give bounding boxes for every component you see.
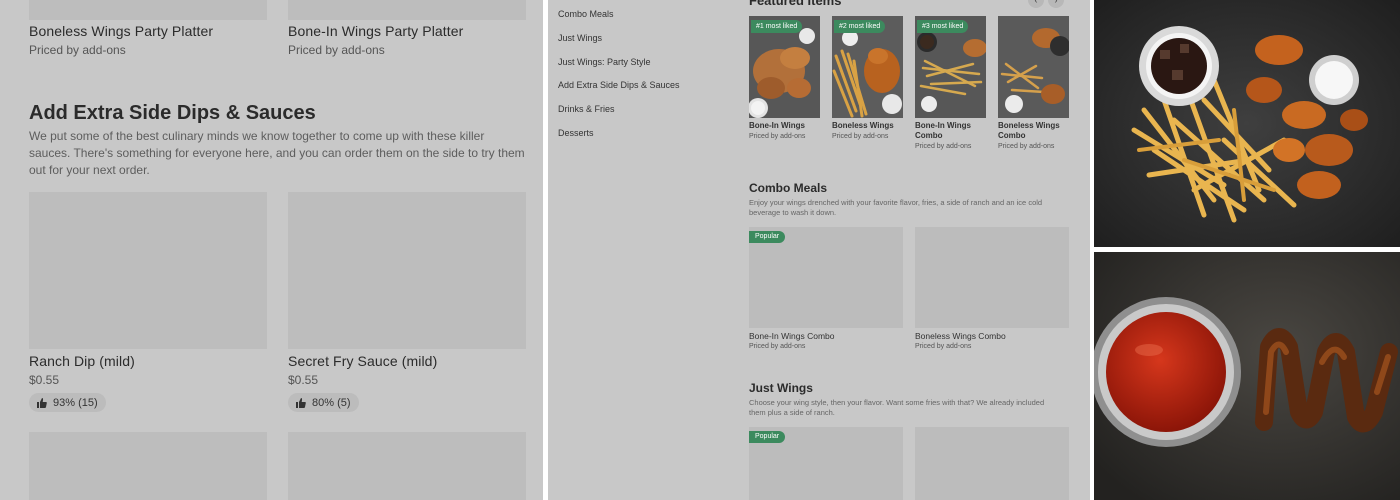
category-link-desserts[interactable]: Desserts xyxy=(558,128,594,138)
most-liked-badge: #3 most liked xyxy=(917,20,969,33)
menu-item-image xyxy=(29,0,267,20)
arrow-right-icon: › xyxy=(1054,0,1058,5)
rating-text: 80% (5) xyxy=(312,396,351,409)
menu-panel-middle: Combo Meals Just Wings Just Wings: Party… xyxy=(548,0,1090,500)
arrow-left-icon: ‹ xyxy=(1034,0,1038,5)
menu-item-image xyxy=(915,227,1069,328)
category-link-party-style[interactable]: Just Wings: Party Style xyxy=(558,57,651,67)
featured-item-image xyxy=(998,16,1069,118)
featured-item-name: Boneless Wings Combo xyxy=(998,121,1060,140)
rating-badge: 93% (15) xyxy=(29,393,106,412)
menu-item-price: Priced by add-ons xyxy=(915,343,972,350)
featured-item-card[interactable]: #2 most liked Boneless Wings Priced by a… xyxy=(832,16,903,140)
menu-item-image: Popular xyxy=(749,227,903,328)
featured-item-price: Priced by add-ons xyxy=(749,133,806,140)
section-description: We put some of the best culinary minds w… xyxy=(29,129,525,177)
section-description: Enjoy your wings drenched with your favo… xyxy=(749,198,1043,217)
thumbs-up-icon xyxy=(37,397,47,408)
menu-item-price: $0.55 xyxy=(29,373,60,387)
featured-item-price: Priced by add-ons xyxy=(998,143,1055,150)
menu-item-image xyxy=(288,0,526,20)
menu-item-image xyxy=(29,192,267,349)
featured-items-title: Featured Items xyxy=(749,0,842,8)
menu-item-image: Popular xyxy=(749,427,903,500)
section-title: Add Extra Side Dips & Sauces xyxy=(29,102,316,124)
menu-item-card[interactable]: Bone-In Wings Party Platter Priced by ad… xyxy=(288,0,526,57)
category-link-dips-sauces[interactable]: Add Extra Side Dips & Sauces xyxy=(558,80,680,90)
featured-item-image: #2 most liked xyxy=(832,16,903,118)
menu-item-name: Ranch Dip (mild) xyxy=(29,353,135,369)
section-title-just-wings: Just Wings xyxy=(749,381,813,395)
menu-item-card[interactable] xyxy=(915,427,1069,500)
menu-item-name: Boneless Wings Party Platter xyxy=(29,23,214,39)
section-title-combo-meals: Combo Meals xyxy=(749,181,828,195)
sauce-photo xyxy=(1094,252,1400,500)
featured-item-card[interactable]: Boneless Wings Combo Priced by add-ons xyxy=(998,16,1069,150)
menu-item-card[interactable]: Popular xyxy=(749,427,903,500)
menu-item-name: Boneless Wings Combo xyxy=(915,331,1006,341)
menu-item-card[interactable]: Ranch Dip (mild) $0.55 93% (15) xyxy=(29,192,267,413)
menu-item-image xyxy=(288,192,526,349)
menu-item-name: Secret Fry Sauce (mild) xyxy=(288,353,438,369)
featured-item-card[interactable]: #3 most liked Bone-In Wings Combo Priced… xyxy=(915,16,986,150)
popular-badge: Popular xyxy=(749,431,786,443)
featured-item-image: #1 most liked xyxy=(749,16,820,118)
featured-item-price: Priced by add-ons xyxy=(915,143,972,150)
category-link-combo-meals[interactable]: Combo Meals xyxy=(558,9,614,19)
popular-badge: Popular xyxy=(749,231,786,243)
menu-item-name: Bone-In Wings Party Platter xyxy=(288,23,464,39)
menu-panel-left: Boneless Wings Party Platter Priced by a… xyxy=(0,0,543,500)
section-description: Choose your wing style, then your flavor… xyxy=(749,398,1045,417)
carousel-prev-button[interactable]: ‹ xyxy=(1028,0,1044,8)
featured-item-card[interactable]: #1 most liked Bone-In Wings Priced by ad… xyxy=(749,16,820,140)
menu-item-price: $0.55 xyxy=(288,373,319,387)
most-liked-badge: #1 most liked xyxy=(751,20,803,33)
menu-item-price: Priced by add-ons xyxy=(288,43,385,57)
menu-item-name: Bone-In Wings Combo xyxy=(749,331,835,341)
rating-badge: 80% (5) xyxy=(288,393,359,412)
menu-item-card[interactable]: Boneless Wings Combo Priced by add-ons xyxy=(915,227,1069,350)
menu-item-card[interactable]: Secret Fry Sauce (mild) $0.55 80% (5) xyxy=(288,192,526,413)
featured-item-image: #3 most liked xyxy=(915,16,986,118)
menu-item-image[interactable] xyxy=(29,432,267,500)
featured-item-price: Priced by add-ons xyxy=(832,133,889,140)
menu-item-image xyxy=(915,427,1069,500)
menu-item-image[interactable] xyxy=(288,432,526,500)
thumbs-up-icon xyxy=(296,397,306,408)
menu-item-card[interactable]: Popular Bone-In Wings Combo Priced by ad… xyxy=(749,227,903,350)
featured-item-name: Bone-In Wings Combo xyxy=(915,121,971,140)
category-link-drinks-fries[interactable]: Drinks & Fries xyxy=(558,104,615,114)
most-liked-badge: #2 most liked xyxy=(834,20,886,33)
category-link-just-wings[interactable]: Just Wings xyxy=(558,33,602,43)
menu-item-price: Priced by add-ons xyxy=(29,43,126,57)
featured-item-name: Bone-In Wings xyxy=(749,121,805,130)
wings-fries-photo xyxy=(1094,0,1400,247)
carousel-next-button[interactable]: › xyxy=(1048,0,1064,8)
rating-text: 93% (15) xyxy=(53,396,98,409)
menu-item-price: Priced by add-ons xyxy=(749,343,806,350)
menu-item-card[interactable]: Boneless Wings Party Platter Priced by a… xyxy=(29,0,267,57)
combo-photo xyxy=(998,16,1069,118)
featured-item-name: Boneless Wings xyxy=(832,121,894,130)
